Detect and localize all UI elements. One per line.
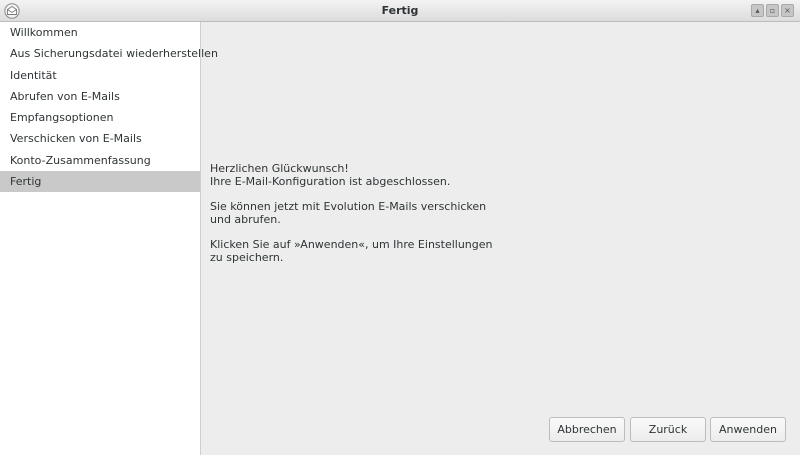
sidebar-item-willkommen[interactable]: Willkommen <box>0 22 200 43</box>
restore-icon[interactable]: ▫ <box>766 4 779 17</box>
maximize-up-icon[interactable]: ▴ <box>751 4 764 17</box>
sidebar-item-restore-backup[interactable]: Aus Sicherungsdatei wiederherstellen <box>0 43 218 64</box>
window-title: Fertig <box>381 4 419 17</box>
apply-button[interactable]: Anwenden <box>710 417 786 442</box>
sidebar-item-done[interactable]: Fertig <box>0 171 200 193</box>
window-controls: ▴ ▫ × <box>751 4 794 17</box>
config-complete-line: Ihre E-Mail-Konfiguration ist abgeschlos… <box>210 175 451 188</box>
sidebar-item-identity[interactable]: Identität <box>0 65 200 86</box>
back-button[interactable]: Zurück <box>630 417 706 442</box>
sidebar-item-receiving-options[interactable]: Empfangsoptionen <box>0 107 200 128</box>
sidebar-item-receiving-mail[interactable]: Abrufen von E-Mails <box>0 86 200 107</box>
congrats-line: Herzlichen Glückwunsch! <box>210 162 349 175</box>
sidebar-item-account-summary[interactable]: Konto-Zusammenfassung <box>0 150 200 171</box>
completion-message: Herzlichen Glückwunsch! Ihre E-Mail-Konf… <box>210 162 500 276</box>
apply-hint-paragraph: Klicken Sie auf »Anwenden«, um Ihre Eins… <box>210 238 493 264</box>
assistant-steps-sidebar: Willkommen Aus Sicherungsdatei wiederher… <box>0 22 218 455</box>
evolution-ready-paragraph: Sie können jetzt mit Evolution E-Mails v… <box>210 200 487 226</box>
title-bar[interactable]: Fertig ▴ ▫ × <box>0 0 800 22</box>
cancel-button[interactable]: Abbrechen <box>549 417 625 442</box>
close-icon[interactable]: × <box>781 4 794 17</box>
congrats-paragraph: Herzlichen Glückwunsch! Ihre E-Mail-Konf… <box>210 162 500 188</box>
sidebar-item-sending-mail[interactable]: Verschicken von E-Mails <box>0 128 200 149</box>
